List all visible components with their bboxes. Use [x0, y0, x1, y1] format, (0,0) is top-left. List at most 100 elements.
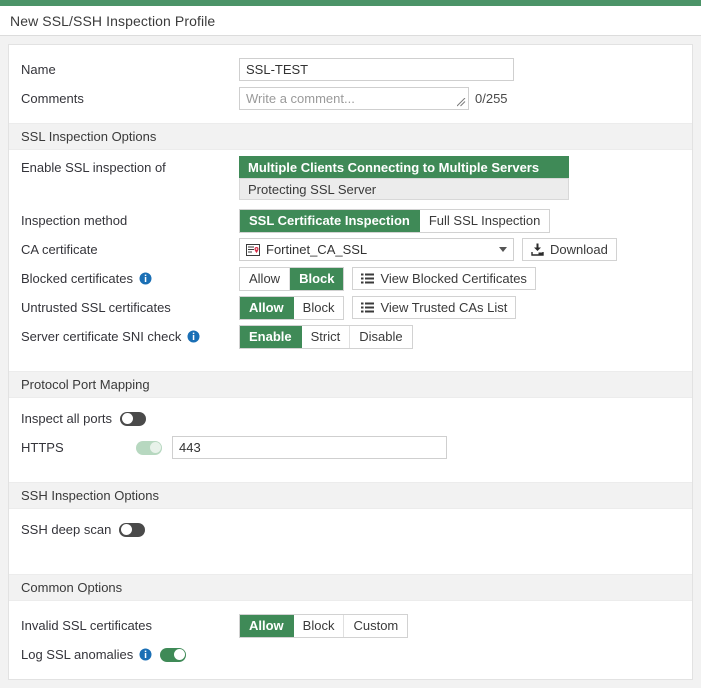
row-inspect-all-ports: Inspect all ports — [9, 404, 692, 433]
info-icon[interactable] — [139, 272, 152, 285]
dialog-title-bar: New SSL/SSH Inspection Profile — [0, 6, 701, 36]
option-invalid-allow[interactable]: Allow — [240, 614, 294, 637]
https-port-input[interactable] — [172, 436, 447, 459]
section-title: SSL Inspection Options — [21, 129, 157, 144]
invalid-ssl-certificates-label: Invalid SSL certificates — [21, 618, 153, 633]
chevron-down-icon — [499, 247, 507, 252]
info-icon[interactable] — [187, 330, 200, 343]
row-invalid-ssl-certificates: Invalid SSL certificates Allow Block Cus… — [9, 611, 692, 640]
option-protecting-ssl-server[interactable]: Protecting SSL Server — [239, 178, 569, 200]
option-ssl-certificate-inspection[interactable]: SSL Certificate Inspection — [240, 209, 420, 232]
ssh-deep-scan-field — [119, 522, 146, 537]
log-ssl-anomalies-label-wrap: Log SSL anomalies — [21, 647, 152, 662]
ssh-deep-scan-toggle[interactable] — [119, 522, 146, 537]
log-ssl-anomalies-toggle[interactable] — [160, 647, 187, 662]
name-label: Name — [21, 62, 56, 77]
inspection-method-field: SSL Certificate Inspection Full SSL Insp… — [239, 208, 551, 233]
certificate-icon — [246, 243, 260, 256]
row-name: Name — [9, 55, 692, 84]
enable-ssl-inspection-field: Multiple Clients Connecting to Multiple … — [239, 156, 569, 200]
blocked-certificates-label-wrap: Blocked certificates — [21, 271, 239, 286]
form-panel: Name Comments 0/255 SSL Insp — [8, 44, 693, 680]
sni-check-group: Enable Strict Disable — [239, 324, 413, 349]
section-header-ssh-inspection: SSH Inspection Options — [9, 482, 692, 509]
row-ssh-deep-scan: SSH deep scan — [9, 515, 692, 544]
comments-field-wrap: 0/255 — [239, 87, 508, 110]
info-icon[interactable] — [139, 648, 152, 661]
option-sni-disable[interactable]: Disable — [350, 325, 412, 348]
row-blocked-certificates: Blocked certificates Allow Block View Bl… — [9, 264, 692, 293]
row-comments: Comments 0/255 — [9, 84, 692, 113]
download-icon — [531, 243, 544, 256]
blocked-certificates-label: Blocked certificates — [21, 271, 133, 286]
row-inspection-method: Inspection method SSL Certificate Inspec… — [9, 206, 692, 235]
inspect-all-ports-field — [120, 411, 147, 426]
option-full-ssl-inspection[interactable]: Full SSL Inspection — [419, 209, 550, 232]
section-title: Protocol Port Mapping — [21, 377, 150, 392]
option-invalid-block[interactable]: Block — [293, 614, 345, 637]
option-sni-enable[interactable]: Enable — [240, 325, 302, 348]
sni-check-label-wrap: Server certificate SNI check — [21, 329, 239, 344]
untrusted-certificates-field: Allow Block View Trusted CAs List — [239, 295, 517, 320]
toggle-knob — [121, 413, 133, 424]
view-blocked-certificates-label: View Blocked Certificates — [380, 271, 527, 286]
section-header-protocol-port-mapping: Protocol Port Mapping — [9, 371, 692, 398]
toggle-knob — [173, 649, 185, 660]
download-label: Download — [550, 242, 608, 257]
dialog-body: Name Comments 0/255 SSL Insp — [0, 36, 701, 688]
name-input[interactable] — [239, 58, 514, 81]
section-title: SSH Inspection Options — [21, 488, 160, 503]
option-invalid-custom[interactable]: Custom — [344, 614, 408, 637]
section-title: Common Options — [21, 580, 123, 595]
toggle-knob — [120, 524, 132, 535]
option-blocked-block[interactable]: Block — [290, 267, 344, 290]
enable-ssl-inspection-label: Enable SSL inspection of — [21, 159, 166, 175]
ca-certificate-dropdown[interactable]: Fortinet_CA_SSL — [239, 238, 514, 261]
row-untrusted-certificates: Untrusted SSL certificates Allow Block V… — [9, 293, 692, 322]
invalid-ssl-certificates-group: Allow Block Custom — [239, 613, 409, 638]
row-https: HTTPS — [9, 433, 692, 462]
page-title: New SSL/SSH Inspection Profile — [10, 12, 216, 29]
option-untrusted-block[interactable]: Block — [293, 296, 344, 319]
name-field-wrap — [239, 58, 514, 81]
row-log-ssl-anomalies: Log SSL anomalies — [9, 640, 692, 669]
view-blocked-certificates-button[interactable]: View Blocked Certificates — [352, 267, 536, 290]
option-untrusted-allow[interactable]: Allow — [240, 296, 294, 319]
log-ssl-anomalies-field — [160, 647, 187, 662]
download-button[interactable]: Download — [522, 238, 617, 261]
untrusted-certificates-label: Untrusted SSL certificates — [21, 300, 171, 315]
row-sni-check: Server certificate SNI check Enable Stri… — [9, 322, 692, 351]
https-toggle[interactable] — [136, 440, 162, 455]
inspection-method-group: SSL Certificate Inspection Full SSL Insp… — [239, 208, 551, 233]
row-enable-ssl-inspection: Enable SSL inspection of Multiple Client… — [9, 156, 692, 200]
inspection-method-label: Inspection method — [21, 213, 128, 228]
inspect-all-ports-label: Inspect all ports — [21, 411, 113, 426]
comments-char-count: 0/255 — [475, 91, 508, 106]
option-blocked-allow[interactable]: Allow — [240, 267, 291, 290]
https-field — [136, 436, 447, 459]
https-label: HTTPS — [21, 440, 64, 455]
option-multiple-clients[interactable]: Multiple Clients Connecting to Multiple … — [239, 156, 569, 178]
ca-certificate-value: Fortinet_CA_SSL — [266, 242, 368, 257]
row-ca-certificate: CA certificate Fortinet_CA_SSL Download — [9, 235, 692, 264]
untrusted-certificates-group: Allow Block — [239, 295, 345, 320]
section-header-ssl-inspection: SSL Inspection Options — [9, 123, 692, 150]
sni-check-label: Server certificate SNI check — [21, 329, 182, 344]
ca-certificate-label: CA certificate — [21, 242, 98, 257]
sni-check-field: Enable Strict Disable — [239, 324, 413, 349]
option-sni-strict[interactable]: Strict — [301, 325, 351, 348]
blocked-certificates-field: Allow Block View Blocked Certificates — [239, 266, 536, 291]
list-icon — [361, 302, 375, 313]
blocked-certificates-group: Allow Block — [239, 266, 345, 291]
comments-input[interactable] — [239, 87, 469, 110]
view-trusted-cas-list-button[interactable]: View Trusted CAs List — [352, 296, 517, 319]
inspect-all-ports-toggle[interactable] — [120, 411, 147, 426]
invalid-ssl-certificates-field: Allow Block Custom — [239, 613, 409, 638]
